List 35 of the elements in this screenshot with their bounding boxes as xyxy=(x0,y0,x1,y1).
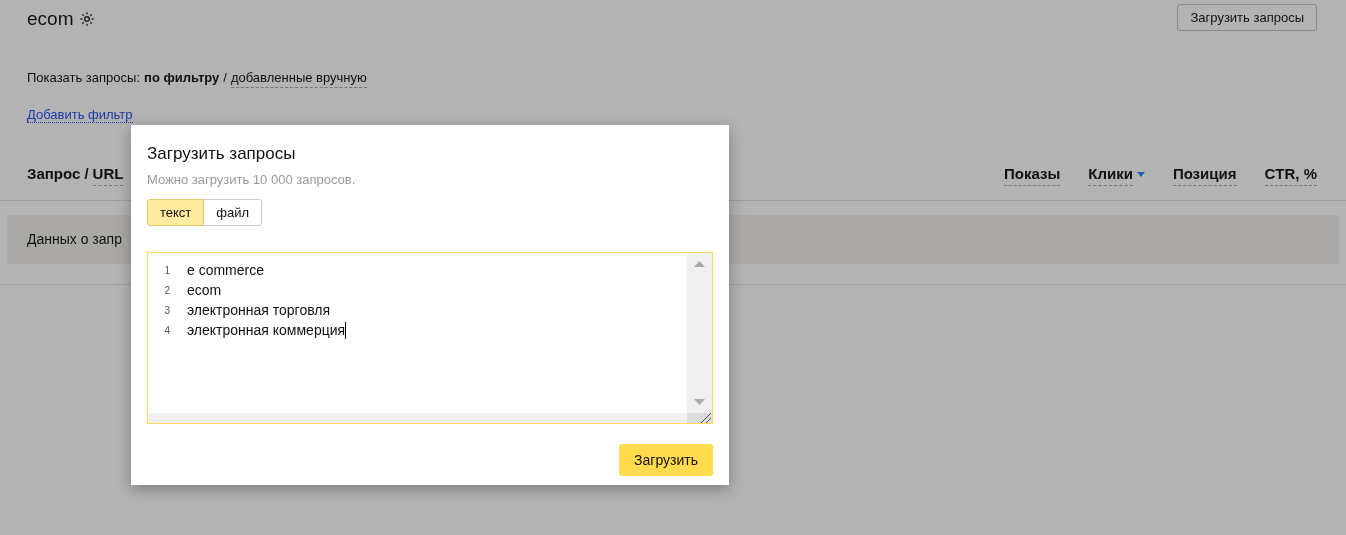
query-editor[interactable]: 1 e commerce 2 ecom 3 электронная торговля 4 электронная коммерция xyxy=(147,252,713,424)
vertical-scrollbar[interactable] xyxy=(687,253,712,413)
line-number: 4 xyxy=(163,323,170,338)
mode-tab[interactable]: текст xyxy=(147,199,205,226)
dialog-title: Загрузить запросы xyxy=(147,143,297,165)
column-header[interactable]: CTR, % xyxy=(1264,162,1317,186)
horizontal-scrollbar[interactable] xyxy=(148,413,687,423)
resize-handle-icon[interactable] xyxy=(687,413,712,423)
editor-line: ecom xyxy=(187,280,222,300)
empty-table-message: Данных о запр xyxy=(27,230,122,249)
column-header-link[interactable]: URL xyxy=(92,162,124,186)
filter-mode-option[interactable]: добавленные вручную xyxy=(230,67,367,88)
line-number: 2 xyxy=(163,283,170,298)
editor-line: электронная коммерция xyxy=(187,320,346,340)
page-title: ecom xyxy=(27,7,74,31)
text-cursor xyxy=(345,321,347,339)
submit-button[interactable]: Загрузить xyxy=(619,444,713,476)
mode-tab[interactable]: файл xyxy=(204,199,263,226)
column-header[interactable]: Клики xyxy=(1088,162,1133,186)
separator-slash: / xyxy=(223,69,227,87)
line-number: 3 xyxy=(163,303,170,318)
scroll-up-icon[interactable] xyxy=(694,261,705,267)
filter-mode-option[interactable]: по фильтру xyxy=(144,68,220,88)
dialog-subtitle: Можно загрузить 10 000 запросов. xyxy=(147,170,357,189)
editor-line: e commerce xyxy=(187,260,265,280)
line-number: 1 xyxy=(163,263,170,278)
editor-line: электронная торговля xyxy=(187,300,331,320)
add-filter-link[interactable]: Добавить фильтр xyxy=(27,107,133,123)
column-header[interactable]: Позиция xyxy=(1172,162,1237,186)
upload-queries-button[interactable]: Загрузить запросы xyxy=(1177,4,1317,31)
show-queries-label: Показать запросы: xyxy=(27,69,141,87)
column-header[interactable]: Показы xyxy=(1004,162,1061,186)
scroll-down-icon[interactable] xyxy=(694,399,705,405)
column-header: Запрос / xyxy=(27,164,89,184)
settings-icon[interactable] xyxy=(79,11,96,28)
